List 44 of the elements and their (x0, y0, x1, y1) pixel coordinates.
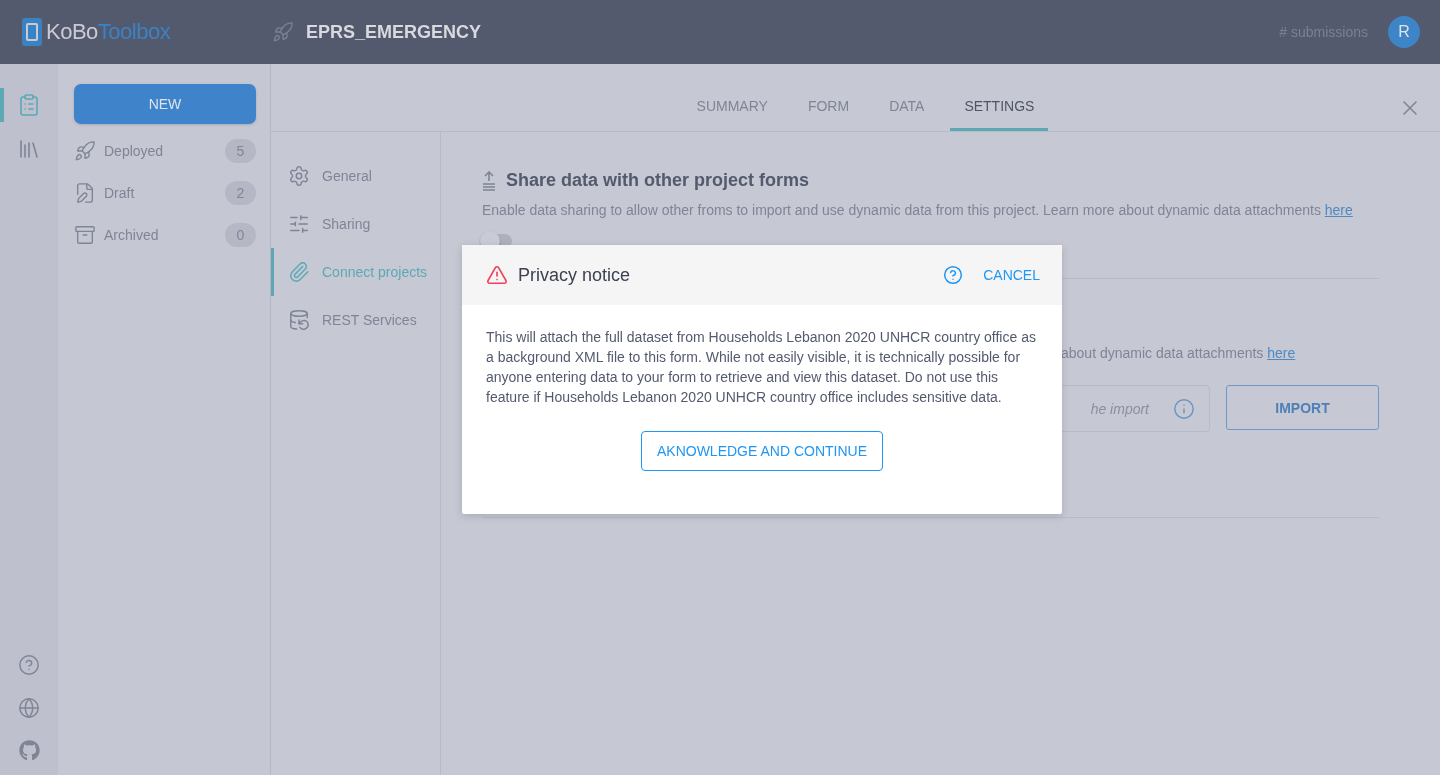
section-title: Share data with other project forms (506, 170, 810, 191)
new-button[interactable]: NEW (74, 84, 256, 124)
section-description: Enable data sharing to allow other froms to import and use dynamic data from this project. Learn more about dynamic data attachments here (482, 202, 1354, 218)
warning-icon (486, 264, 508, 286)
help-icon[interactable] (943, 265, 964, 285)
settings-nav-item[interactable]: General (271, 152, 440, 200)
database-icon (288, 309, 310, 331)
help-link[interactable]: here (1267, 345, 1296, 361)
logo[interactable]: KoBoToolbox (22, 18, 272, 46)
tab[interactable]: SUMMARY (682, 98, 782, 131)
settings-icon (288, 165, 310, 187)
logo-icon (22, 18, 42, 46)
rocket-icon (74, 140, 96, 162)
user-avatar[interactable]: R (1388, 16, 1420, 48)
file-edit-icon (74, 182, 96, 204)
settings-nav-item[interactable]: Sharing (271, 200, 440, 248)
sliders-icon (288, 213, 310, 235)
help-link[interactable]: here (1324, 202, 1353, 218)
tab[interactable]: SETTINGS (950, 98, 1049, 131)
project-title: EPRS_EMERGENCY (306, 21, 483, 43)
logo-text: Toolbox (97, 19, 171, 45)
globe-icon[interactable] (18, 697, 40, 719)
archive-icon (74, 224, 96, 246)
drawer-item[interactable]: Draft (104, 185, 217, 201)
tab[interactable]: FORM (793, 98, 864, 131)
settings-nav-item[interactable]: Connect projects (271, 248, 440, 296)
settings-nav-item[interactable]: REST Services (271, 296, 440, 344)
drawer-item[interactable]: Archived (104, 227, 217, 243)
help-icon[interactable] (18, 654, 40, 676)
import-button[interactable]: IMPORT (1226, 385, 1379, 430)
upload-icon (482, 170, 496, 191)
rocket-icon (272, 21, 294, 43)
drawer-item[interactable]: Deployed (104, 143, 217, 159)
info-icon (1173, 397, 1195, 420)
tab[interactable]: DATA (875, 98, 939, 131)
logo-text: KoBo (46, 19, 98, 45)
paperclip-icon (288, 261, 310, 283)
modal-message: This will attach the full dataset from Households Lebanon 2020 UNHCR country office as a background XML file to this form. While not easily visible, it is technically possible for anyone entering data to your form to retrieve and view this dataset. Do not use this feature if Households Lebanon 2020 UNHCR country office includes sensitive data. (485, 328, 1037, 407)
books-icon (17, 137, 41, 161)
confirm-button[interactable]: AKNOWLEDGE AND CONTINUE (641, 431, 883, 471)
clipboard-icon (17, 93, 41, 117)
modal-title: Privacy notice (518, 264, 632, 286)
cancel-button[interactable]: CANCEL (983, 267, 1040, 283)
github-icon[interactable] (18, 740, 40, 761)
